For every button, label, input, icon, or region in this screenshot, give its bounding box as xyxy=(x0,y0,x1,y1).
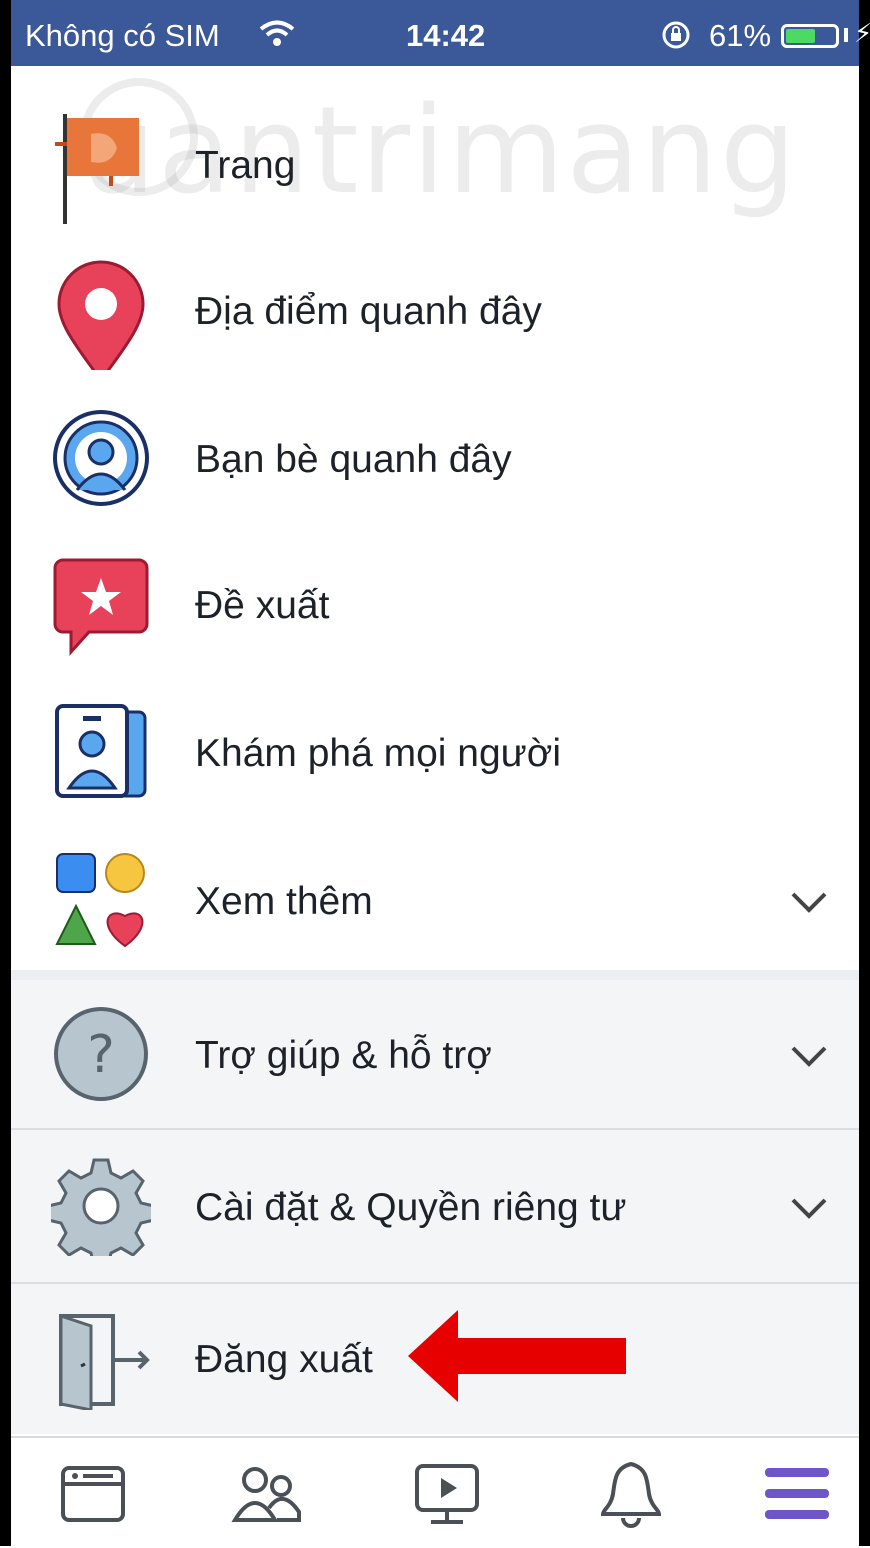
logout-door-icon xyxy=(51,1310,151,1412)
clock: 14:42 xyxy=(406,18,486,53)
watch-icon[interactable] xyxy=(411,1458,483,1530)
battery-percent: 61% xyxy=(709,18,772,53)
wifi-icon xyxy=(259,20,295,56)
charging-icon: ⚡ xyxy=(854,18,870,48)
friends-icon[interactable] xyxy=(231,1458,303,1530)
frame-left xyxy=(0,0,11,1546)
menu-item-places-nearby[interactable]: Địa điểm quanh đây xyxy=(11,236,859,384)
menu-item-nearby-friends[interactable]: Bạn bè quanh đây xyxy=(11,384,859,532)
people-cards-icon xyxy=(51,702,151,802)
rotation-lock-icon xyxy=(661,20,691,58)
menu-section-label: Trợ giúp & hỗ trợ xyxy=(195,1034,492,1077)
battery-icon xyxy=(781,24,839,48)
chevron-down-icon xyxy=(787,1034,831,1078)
menu-item-see-more[interactable]: Xem thêm xyxy=(11,826,859,974)
location-pin-icon xyxy=(51,260,151,383)
status-bar: Không có SIM 14:42 61% ⚡ xyxy=(11,0,870,66)
menu-item-label: Bạn bè quanh đây xyxy=(195,438,512,481)
flag-icon xyxy=(51,104,151,232)
menu-section-settings-privacy[interactable]: Cài đặt & Quyền riêng tư xyxy=(11,1130,859,1282)
menu-item-label: Đề xuất xyxy=(195,584,330,627)
carrier-label: Không có SIM xyxy=(25,18,220,53)
svg-text:?: ? xyxy=(87,1025,115,1085)
section-gap xyxy=(11,970,859,980)
menu-item-label: Địa điểm quanh đây xyxy=(195,290,542,333)
menu-section-label: Cài đặt & Quyền riêng tư xyxy=(195,1186,627,1229)
frame-right xyxy=(859,0,870,1546)
menu-item-recommendations[interactable]: Đề xuất xyxy=(11,530,859,678)
tab-bar xyxy=(11,1436,859,1548)
star-speech-bubble-icon xyxy=(51,554,151,656)
chevron-down-icon xyxy=(787,1186,831,1230)
menu-section-help-support[interactable]: ? Trợ giúp & hỗ trợ xyxy=(11,980,859,1128)
question-circle-icon: ? xyxy=(51,1004,151,1104)
chevron-down-icon xyxy=(787,880,831,924)
gear-icon xyxy=(46,1156,156,1268)
annotation-arrow xyxy=(408,1310,630,1407)
bell-icon[interactable] xyxy=(595,1458,667,1530)
shapes-icon xyxy=(51,850,151,950)
battery-nub xyxy=(844,28,848,42)
menu-item-label: Trang xyxy=(195,144,296,187)
logout-label: Đăng xuất xyxy=(195,1338,373,1381)
menu-item-label: Xem thêm xyxy=(195,880,373,923)
menu-icon[interactable] xyxy=(761,1458,833,1530)
nearby-friends-icon xyxy=(51,408,151,508)
menu-item-pages[interactable]: Trang xyxy=(11,90,859,238)
menu-item-discover-people[interactable]: Khám phá mọi người xyxy=(11,678,859,826)
menu-item-label: Khám phá mọi người xyxy=(195,732,562,775)
news-feed-icon[interactable] xyxy=(57,1458,129,1530)
